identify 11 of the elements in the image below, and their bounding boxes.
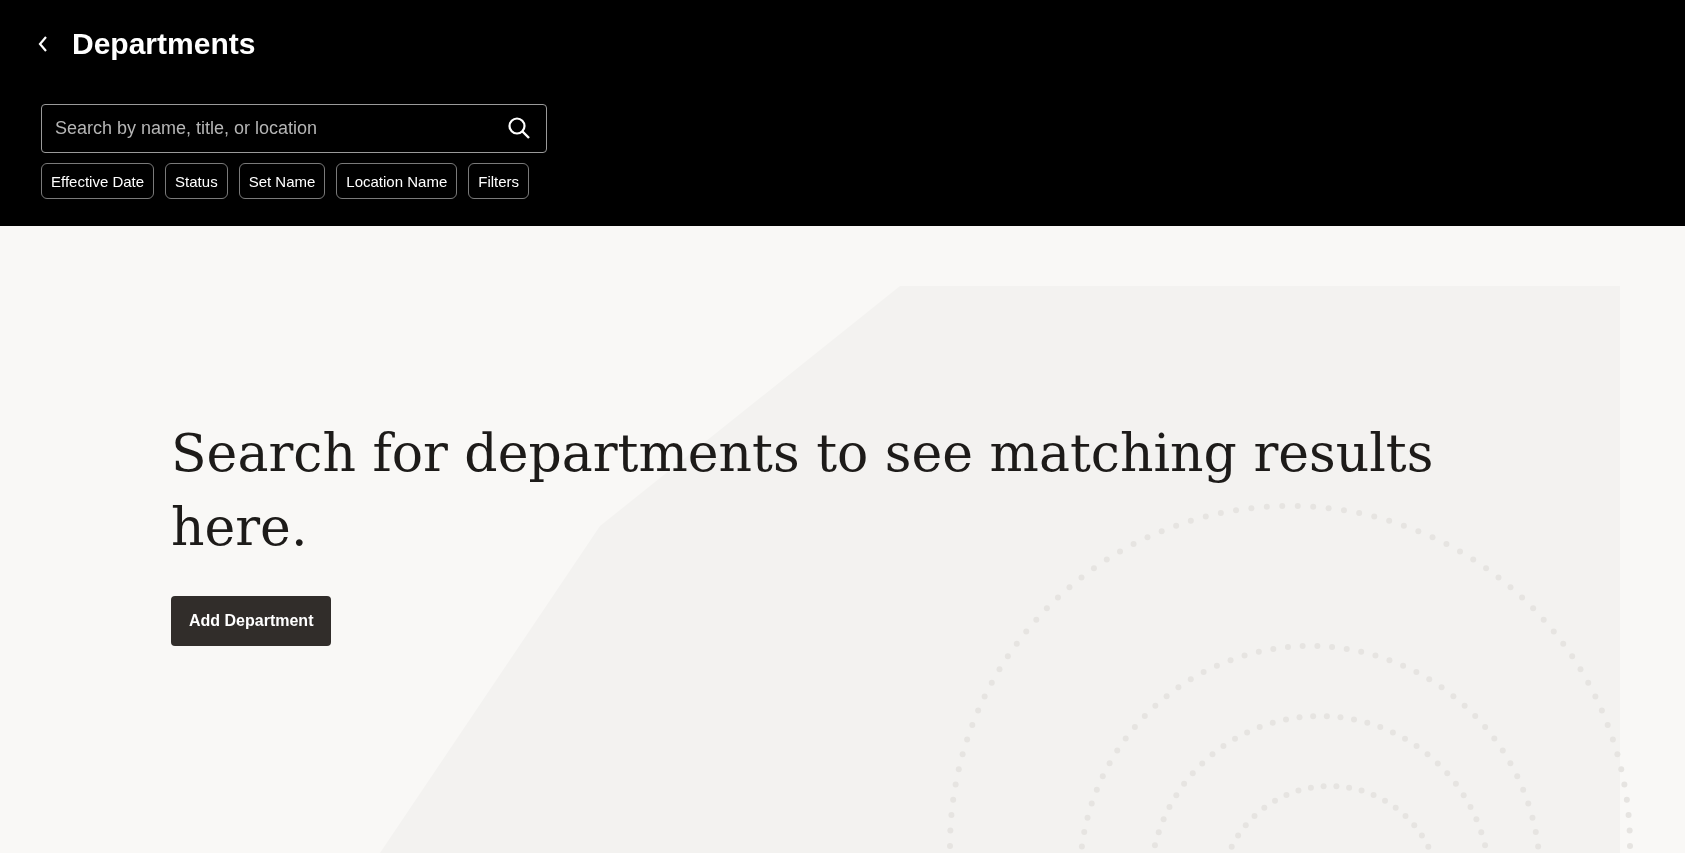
chevron-left-icon: [36, 34, 50, 54]
filter-chip[interactable]: Status: [165, 163, 228, 199]
filter-chip[interactable]: Filters: [468, 163, 530, 199]
empty-state-message: Search for departments to see matching results here.: [171, 422, 1435, 559]
filter-chip[interactable]: Location Name: [336, 163, 458, 199]
filter-chip[interactable]: Set Name: [238, 163, 326, 199]
filter-chip[interactable]: Effective Date: [41, 163, 155, 199]
search-icon[interactable]: [507, 116, 531, 140]
search-field[interactable]: Search by name, title, or location: [41, 104, 547, 153]
add-department-button[interactable]: Add Department: [171, 596, 332, 646]
page-title: Departments: [72, 27, 256, 61]
